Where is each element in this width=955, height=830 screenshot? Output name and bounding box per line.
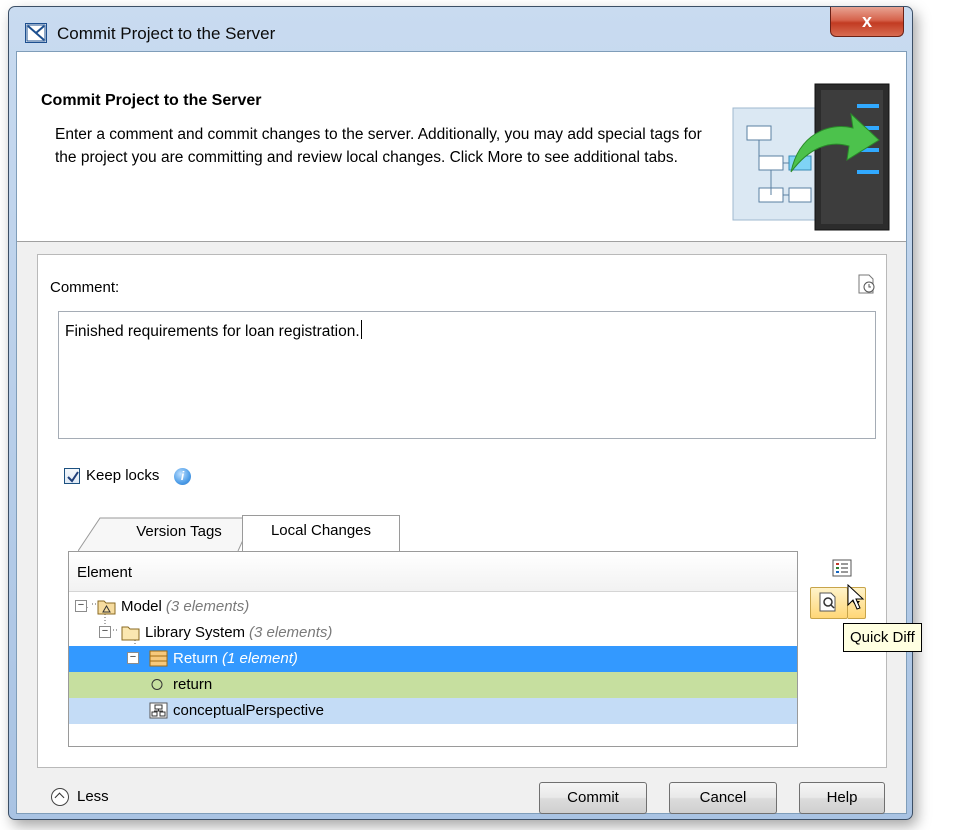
tab-version-tags[interactable]: Version Tags	[104, 517, 254, 551]
header-description: Enter a comment and commit changes to th…	[55, 126, 702, 166]
operation-icon	[151, 679, 163, 690]
collapse-toggle[interactable]: −	[127, 652, 139, 664]
chevron-up-icon	[51, 788, 69, 806]
collapse-toggle[interactable]: −	[75, 600, 87, 612]
tree-item-name: Library System	[145, 624, 246, 641]
tab-local-changes[interactable]: Local Changes	[242, 515, 400, 551]
quick-diff-tooltip: Quick Diff	[843, 623, 922, 652]
comment-history-icon[interactable]	[856, 273, 878, 295]
tree-side-toolbar	[808, 551, 878, 631]
cancel-button[interactable]: Cancel	[669, 782, 777, 814]
diagram-icon	[149, 702, 168, 719]
main-panel: Comment: Finished requirements for loan …	[37, 254, 887, 768]
tab-strip: Version Tags Local Changes	[78, 513, 578, 551]
folder-icon	[121, 626, 140, 641]
commit-button[interactable]: Commit	[539, 782, 647, 814]
window-title: Commit Project to the Server	[57, 24, 276, 43]
keep-locks-checkbox[interactable]	[64, 468, 80, 484]
collapse-toggle[interactable]: −	[99, 626, 111, 638]
help-button[interactable]: Help	[799, 782, 885, 814]
server-commit-illustration-icon	[729, 64, 899, 234]
text-caret	[360, 320, 362, 339]
tree-row-return-class[interactable]: − Return (1 element)	[69, 646, 797, 672]
comment-label: Comment:	[50, 279, 120, 296]
keep-locks-label: Keep locks	[86, 467, 160, 484]
tree-row-library-system[interactable]: − Library System (3 elements)	[69, 620, 797, 646]
quick-diff-icon	[819, 592, 836, 612]
tree-row-return-operation[interactable]: return	[69, 672, 797, 698]
mouse-cursor-icon	[847, 584, 865, 610]
tree-item-name: Return	[173, 650, 219, 667]
dialog-header: Commit Project to the Server Enter a com…	[17, 52, 906, 242]
local-changes-tree[interactable]: Element − Model (3 elements) − Library Sy…	[68, 551, 798, 747]
close-button[interactable]: x	[830, 7, 904, 37]
class-icon	[149, 650, 168, 667]
title-bar[interactable]: Commit Project to the Server x	[9, 7, 912, 51]
model-icon	[97, 600, 116, 615]
list-options-icon[interactable]	[832, 559, 852, 577]
quick-diff-button[interactable]	[810, 587, 848, 619]
tree-item-count: (1 element)	[222, 650, 298, 667]
commit-dialog-window: Commit Project to the Server x Commit Pr…	[8, 6, 913, 820]
close-icon: x	[861, 11, 872, 31]
header-title: Commit Project to the Server	[41, 92, 262, 109]
app-icon	[25, 23, 47, 43]
less-label: Less	[77, 788, 109, 805]
tree-item-name: return	[173, 676, 213, 693]
tree-row-model[interactable]: − Model (3 elements)	[69, 594, 797, 620]
tree-item-name: Model	[121, 598, 162, 615]
tree-row-conceptual-perspective[interactable]: conceptualPerspective	[69, 698, 797, 724]
comment-textarea[interactable]: Finished requirements for loan registrat…	[58, 311, 876, 439]
dialog-client-area: Commit Project to the Server Enter a com…	[16, 51, 907, 814]
comment-text: Finished requirements for loan registrat…	[65, 323, 360, 340]
tree-item-name: conceptualPerspective	[173, 702, 324, 719]
info-icon[interactable]: i	[174, 468, 191, 485]
tree-item-count: (3 elements)	[249, 624, 333, 641]
tree-item-count: (3 elements)	[165, 598, 250, 615]
